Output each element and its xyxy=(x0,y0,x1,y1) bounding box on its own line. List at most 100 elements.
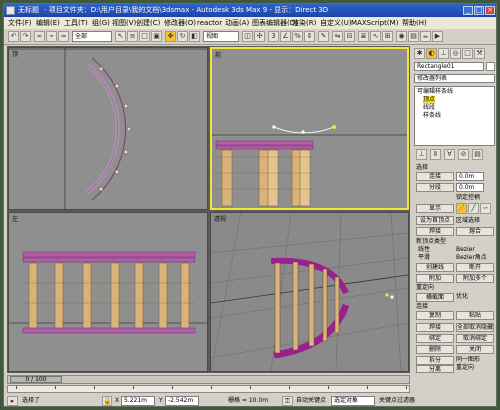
segment-button[interactable]: 分段 xyxy=(416,183,454,192)
menu-modifiers[interactable]: 修改器(O) xyxy=(164,18,196,28)
render-last-icon[interactable]: ▶ xyxy=(432,31,443,42)
viewport-front[interactable]: 前 xyxy=(210,47,409,210)
auto-key-button[interactable]: 自动关键点 xyxy=(296,397,326,405)
select-by-name-icon[interactable]: ≡ xyxy=(127,31,138,42)
minimize-icon[interactable]: _ xyxy=(463,6,473,15)
object-name-field[interactable]: Rectangle01 xyxy=(414,62,484,71)
area-select-label[interactable]: 区域选择 xyxy=(456,217,480,225)
align-icon[interactable]: ⊟ xyxy=(344,31,355,42)
set-first-vertex-button[interactable]: 设为首顶点 xyxy=(416,216,454,225)
stack-item-vertex[interactable]: 顶点 xyxy=(423,96,436,104)
layer-manager-icon[interactable]: ≣ xyxy=(358,31,369,42)
select-scale-icon[interactable]: ◧ xyxy=(189,31,200,42)
lock-selection-icon[interactable]: 🔒 xyxy=(102,396,112,406)
quick-render-icon[interactable]: ☕ xyxy=(420,31,431,42)
show-end-result-icon[interactable]: Ⅱ xyxy=(430,149,441,160)
remove-modifier-icon[interactable]: ⊘ xyxy=(458,149,469,160)
divide-button[interactable]: 拆分 xyxy=(416,356,454,365)
menu-customize[interactable]: 自定义(U) xyxy=(320,18,352,28)
linear-radio[interactable]: 线性 xyxy=(418,246,430,254)
pivot-center-icon[interactable]: ◫ xyxy=(242,31,253,42)
refine-button[interactable]: 显示 xyxy=(416,204,454,213)
hierarchy-tab-icon[interactable]: ⊥ xyxy=(438,48,449,59)
same-shape-label[interactable]: 同一图形 xyxy=(456,356,480,364)
segment-mode-icon[interactable]: ╱ xyxy=(468,203,479,214)
spinner-snap-icon[interactable]: ⇕ xyxy=(304,31,315,42)
render-setup-icon[interactable]: ▤ xyxy=(408,31,419,42)
angle-snap-icon[interactable]: ∠ xyxy=(280,31,291,42)
snap-toggle-icon[interactable]: 3 xyxy=(268,31,279,42)
bezier-corner-radio[interactable]: Bezier角点 xyxy=(456,254,487,262)
viewport-top[interactable]: 顶 xyxy=(8,47,208,210)
menu-file[interactable]: 文件(F) xyxy=(8,18,32,28)
track-bar[interactable] xyxy=(7,385,410,393)
select-move-icon[interactable]: ✥ xyxy=(165,31,176,42)
menu-views[interactable]: 视图(V) xyxy=(112,18,136,28)
pin-stack-icon[interactable]: ⊥ xyxy=(416,149,427,160)
motion-tab-icon[interactable]: ◎ xyxy=(450,48,461,59)
detach-button[interactable]: 分离 xyxy=(416,365,454,373)
weld-button[interactable]: 焊接 xyxy=(416,227,454,236)
y-coordinate-field[interactable]: -2.542m xyxy=(165,396,199,406)
app-icon[interactable] xyxy=(6,6,15,15)
vertex-mode-icon[interactable]: ⋰ xyxy=(456,203,467,214)
attach-button[interactable]: 附加 xyxy=(416,274,454,283)
bind-button[interactable]: 绑定 xyxy=(416,334,454,343)
time-slider-track[interactable]: 0 / 100 xyxy=(7,375,410,384)
mirror-icon[interactable]: ⇋ xyxy=(332,31,343,42)
close-button[interactable]: 关闭 xyxy=(456,345,494,354)
reference-coordinate-select[interactable]: 视图 xyxy=(203,31,239,42)
rectangular-selection-icon[interactable]: □ xyxy=(139,31,150,42)
x-coordinate-field[interactable]: 5.221m xyxy=(121,396,155,406)
menu-help[interactable]: 帮助(H) xyxy=(402,18,427,28)
redo-icon[interactable]: ↷ xyxy=(20,31,31,42)
menu-animation[interactable]: 动画(A) xyxy=(225,18,249,28)
viewport-left[interactable]: 左 xyxy=(8,212,208,372)
connect-button[interactable]: 连接 xyxy=(416,172,454,181)
break-button[interactable]: 断开 xyxy=(456,263,494,272)
percent-snap-icon[interactable]: % xyxy=(292,31,303,42)
spinner-field-2[interactable]: 0.0m xyxy=(456,183,484,192)
reorient-checkbox-label[interactable]: 重定向 xyxy=(456,364,474,372)
select-object-icon[interactable]: ↖ xyxy=(115,31,126,42)
unhide-all-button[interactable]: 全部取消隐藏 xyxy=(456,323,494,332)
spline-mode-icon[interactable]: ∽ xyxy=(480,203,491,214)
bezier-radio[interactable]: Bezier xyxy=(456,246,475,254)
cross-section-button[interactable]: 横截面 xyxy=(416,293,454,302)
maximize-icon[interactable]: □ xyxy=(474,6,484,15)
hide-button[interactable]: 焊接 xyxy=(416,323,454,332)
schematic-view-icon[interactable]: ⊞ xyxy=(382,31,393,42)
menu-reactor[interactable]: reactor xyxy=(197,18,222,28)
window-crossing-icon[interactable]: ▣ xyxy=(151,31,162,42)
menu-rendering[interactable]: 渲染(R) xyxy=(292,18,316,28)
stack-item-spline[interactable]: 样条线 xyxy=(423,112,441,120)
curve-editor-icon[interactable]: ∿ xyxy=(370,31,381,42)
modifier-list-select[interactable]: 修改器列表 xyxy=(414,74,495,83)
menu-group[interactable]: 组(G) xyxy=(92,18,110,28)
refine-label[interactable]: 优化 xyxy=(456,293,468,301)
utilities-tab-icon[interactable]: ⚒ xyxy=(474,48,485,59)
selection-filter-select[interactable]: 全部 xyxy=(72,31,112,42)
undo-icon[interactable]: ↶ xyxy=(8,31,19,42)
copy-button[interactable]: 复制 xyxy=(416,311,454,320)
paste-button[interactable]: 粘贴 xyxy=(456,311,494,320)
bind-space-warp-icon[interactable]: ≈ xyxy=(58,31,69,42)
display-tab-icon[interactable]: □ xyxy=(462,48,473,59)
maxscript-listener-icon[interactable]: ▸ xyxy=(7,396,18,406)
smooth-radio[interactable]: 平滑 xyxy=(418,254,430,262)
make-unique-icon[interactable]: ∀ xyxy=(444,149,455,160)
spinner-field-1[interactable]: 0.0m xyxy=(456,172,484,181)
attach-multiple-button[interactable]: 附加多个 xyxy=(456,274,494,283)
create-tab-icon[interactable]: ✱ xyxy=(414,48,425,59)
delete-button[interactable]: 删除 xyxy=(416,345,454,354)
key-icon[interactable]: ⚿ xyxy=(282,396,293,406)
fuse-button[interactable]: 熔合 xyxy=(456,227,494,236)
lock-handles-label[interactable]: 锁定控柄 xyxy=(456,194,480,202)
select-rotate-icon[interactable]: ↻ xyxy=(177,31,188,42)
material-editor-icon[interactable]: ◉ xyxy=(396,31,407,42)
menu-maxscript[interactable]: MAXScript(M) xyxy=(351,18,398,28)
link-icon[interactable]: ∞ xyxy=(34,31,45,42)
object-color-swatch[interactable] xyxy=(486,62,495,71)
close-icon[interactable]: × xyxy=(485,6,495,15)
key-filters-button[interactable]: 关键点过滤器 xyxy=(379,397,415,405)
